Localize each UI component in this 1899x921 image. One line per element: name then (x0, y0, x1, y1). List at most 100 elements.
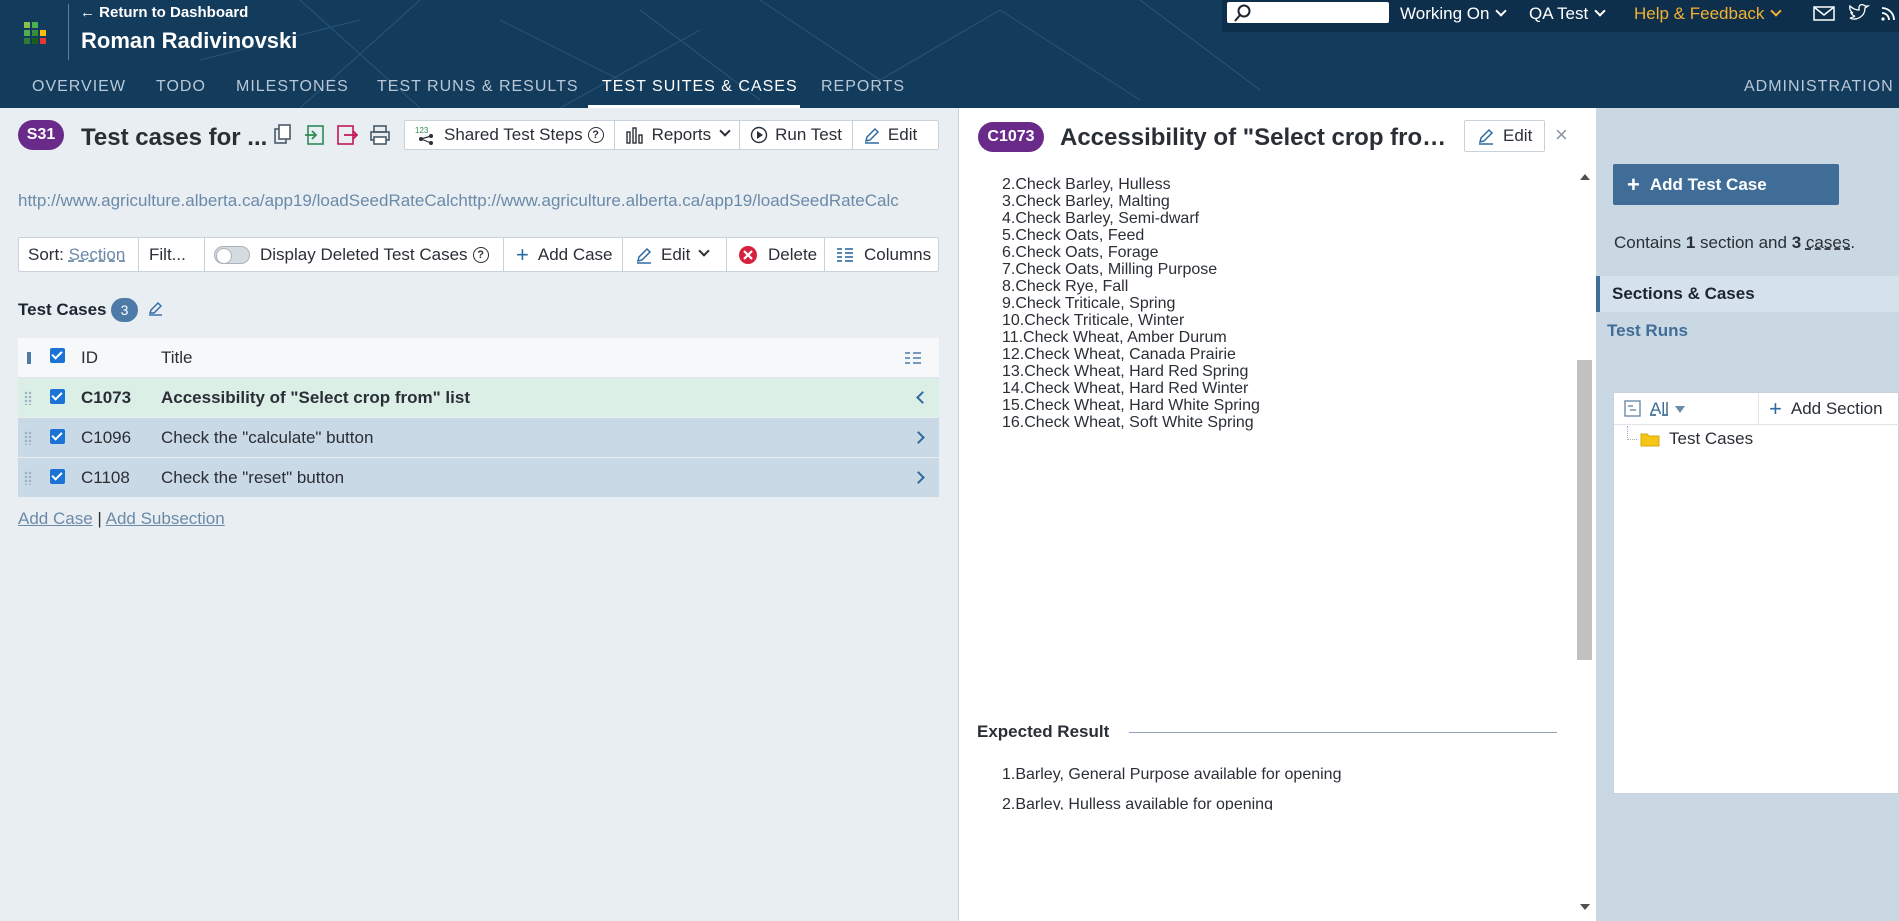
case-id-badge: C1073 (978, 122, 1044, 152)
search-input[interactable] (1227, 2, 1389, 23)
tree-view-icon (1624, 400, 1641, 417)
column-header-title[interactable]: Title (161, 338, 193, 378)
toolbar-divider (726, 238, 727, 271)
close-icon[interactable]: × (1555, 122, 1568, 148)
help-feedback-dropdown[interactable]: Help & Feedback (1634, 4, 1783, 24)
chevron-right-icon[interactable] (912, 431, 925, 444)
tree-filter-dropdown[interactable]: All (1624, 393, 1685, 425)
chevron-down-icon (1495, 5, 1508, 17)
tab-todo[interactable]: TODO (156, 78, 206, 96)
section-tree: All + Add Section Test Cases (1613, 392, 1899, 794)
tab-milestones[interactable]: MILESTONES (236, 78, 349, 96)
cases-link[interactable]: cases (1806, 233, 1850, 252)
filter-button[interactable]: Filt... (149, 238, 186, 271)
panel-footer-space (959, 810, 1576, 921)
shared-steps-icon: 123 (415, 126, 433, 145)
step-item: 8.Check Rye, Fall (1002, 278, 1129, 295)
mail-icon[interactable] (1813, 6, 1835, 22)
add-test-case-label: Add Test Case (1649, 174, 1767, 194)
step-item: 14.Check Wheat, Hard Red Winter (1002, 380, 1249, 397)
toggle-switch[interactable] (214, 245, 250, 264)
tab-administration[interactable]: ADMINISTRATION (1744, 78, 1894, 96)
shared-test-steps-button[interactable]: 123 Shared Test Steps? (405, 121, 615, 149)
add-section-button[interactable]: + Add Section (1769, 393, 1883, 425)
suite-panel: S31 Test cases for ... 123 Shared Test S… (0, 108, 958, 921)
drag-handle-icon[interactable] (24, 471, 32, 485)
case-detail-title: Accessibility of "Select crop from" list (1060, 124, 1455, 151)
twitter-icon[interactable] (1848, 4, 1870, 22)
help-icon[interactable]: ? (472, 246, 489, 263)
tab-test-suites-cases[interactable]: TEST SUITES & CASES (602, 78, 798, 96)
edit-case-button[interactable]: Edit (1464, 120, 1546, 152)
contains-summary: Contains 1 section and 3 cases. (1614, 233, 1855, 253)
add-subsection-link[interactable]: Add Subsection (106, 509, 225, 528)
reports-dropdown-button[interactable]: Reports (615, 121, 741, 149)
link-separator: | (97, 509, 102, 528)
return-to-dashboard-link[interactable]: ← Return to Dashboard (80, 4, 248, 21)
add-case-link[interactable]: Add Case (18, 509, 93, 528)
display-deleted-toggle[interactable]: Display Deleted Test Cases? (214, 238, 489, 271)
edit-section-pencil-icon[interactable] (148, 300, 164, 316)
pencil-icon (636, 247, 652, 264)
case-title[interactable]: Accessibility of "Select crop from" list (161, 378, 470, 418)
print-icon[interactable] (369, 124, 391, 146)
toolbar-divider (503, 238, 504, 271)
case-title[interactable]: Check the "calculate" button (161, 418, 373, 458)
drag-handle-icon[interactable] (24, 391, 32, 405)
run-test-button[interactable]: Run Test (740, 121, 853, 149)
chevron-down-icon (1770, 5, 1783, 17)
chevron-left-icon[interactable] (916, 391, 929, 404)
columns-button[interactable]: Columns (836, 238, 931, 271)
edit-dropdown-button[interactable]: Edit (635, 238, 710, 271)
user-label: QA Test (1529, 4, 1589, 23)
select-all-checkbox[interactable] (50, 348, 65, 363)
tab-overview[interactable]: OVERVIEW (32, 78, 126, 96)
table-row[interactable]: C1108 Check the "reset" button (18, 458, 939, 498)
step-item: 15.Check Wheat, Hard White Spring (1002, 397, 1260, 414)
import-icon[interactable] (304, 124, 326, 146)
add-case-button[interactable]: + Add Case (516, 238, 613, 271)
edit-suite-button[interactable]: Edit (853, 121, 927, 149)
delete-button[interactable]: Delete (738, 238, 817, 271)
tree-node-test-cases[interactable]: Test Cases (1640, 429, 1753, 449)
scroll-up-arrow-icon[interactable] (1580, 174, 1590, 180)
expected-item: 1.Barley, General Purpose available for … (1002, 766, 1342, 783)
edit-suite-label: Edit (887, 125, 918, 144)
column-settings-icon[interactable] (905, 351, 921, 365)
tab-reports[interactable]: REPORTS (821, 78, 905, 96)
scroll-down-arrow-icon[interactable] (1580, 904, 1590, 910)
row-checkbox[interactable] (50, 429, 65, 444)
add-test-case-button[interactable]: + Add Test Case (1613, 164, 1839, 205)
step-item: 7.Check Oats, Milling Purpose (1002, 261, 1218, 278)
working-on-dropdown[interactable]: Working On (1400, 4, 1508, 24)
sidebar-item-test-runs[interactable]: Test Runs (1607, 321, 1688, 341)
cases-count: 3 (1791, 233, 1802, 252)
row-checkbox[interactable] (50, 389, 65, 404)
step-item: 3.Check Barley, Malting (1002, 193, 1170, 210)
export-icon[interactable] (336, 124, 358, 146)
help-icon[interactable]: ? (587, 127, 604, 143)
sort-label: Sort: (28, 244, 64, 264)
copy-icon[interactable] (272, 124, 294, 146)
column-header-id[interactable]: ID (81, 338, 98, 378)
testrail-logo[interactable] (24, 22, 52, 50)
table-row[interactable]: C1073 Accessibility of "Select crop from… (18, 378, 939, 418)
user-dropdown[interactable]: QA Test (1529, 4, 1606, 24)
sort-control[interactable]: Sort: Section (28, 238, 125, 271)
shared-test-steps-label: Shared Test Steps (444, 125, 583, 144)
tab-test-runs-results[interactable]: TEST RUNS & RESULTS (377, 78, 579, 96)
row-checkbox[interactable] (50, 469, 65, 484)
reports-label: Reports (651, 125, 712, 144)
tree-toolbar: All + Add Section (1614, 393, 1899, 425)
toolbar-divider (824, 238, 825, 271)
table-row[interactable]: C1096 Check the "calculate" button (18, 418, 939, 458)
scrollbar-thumb[interactable] (1577, 360, 1592, 660)
drag-handle-icon[interactable] (24, 431, 32, 445)
rss-icon[interactable] (1880, 4, 1898, 22)
case-id: C1073 (81, 388, 132, 407)
sidebar-item-sections-cases[interactable]: Sections & Cases (1596, 276, 1899, 312)
case-count-badge: 3 (111, 298, 138, 322)
step-item: 16.Check Wheat, Soft White Spring (1002, 414, 1254, 431)
case-title[interactable]: Check the "reset" button (161, 458, 344, 498)
chevron-right-icon[interactable] (912, 471, 925, 484)
